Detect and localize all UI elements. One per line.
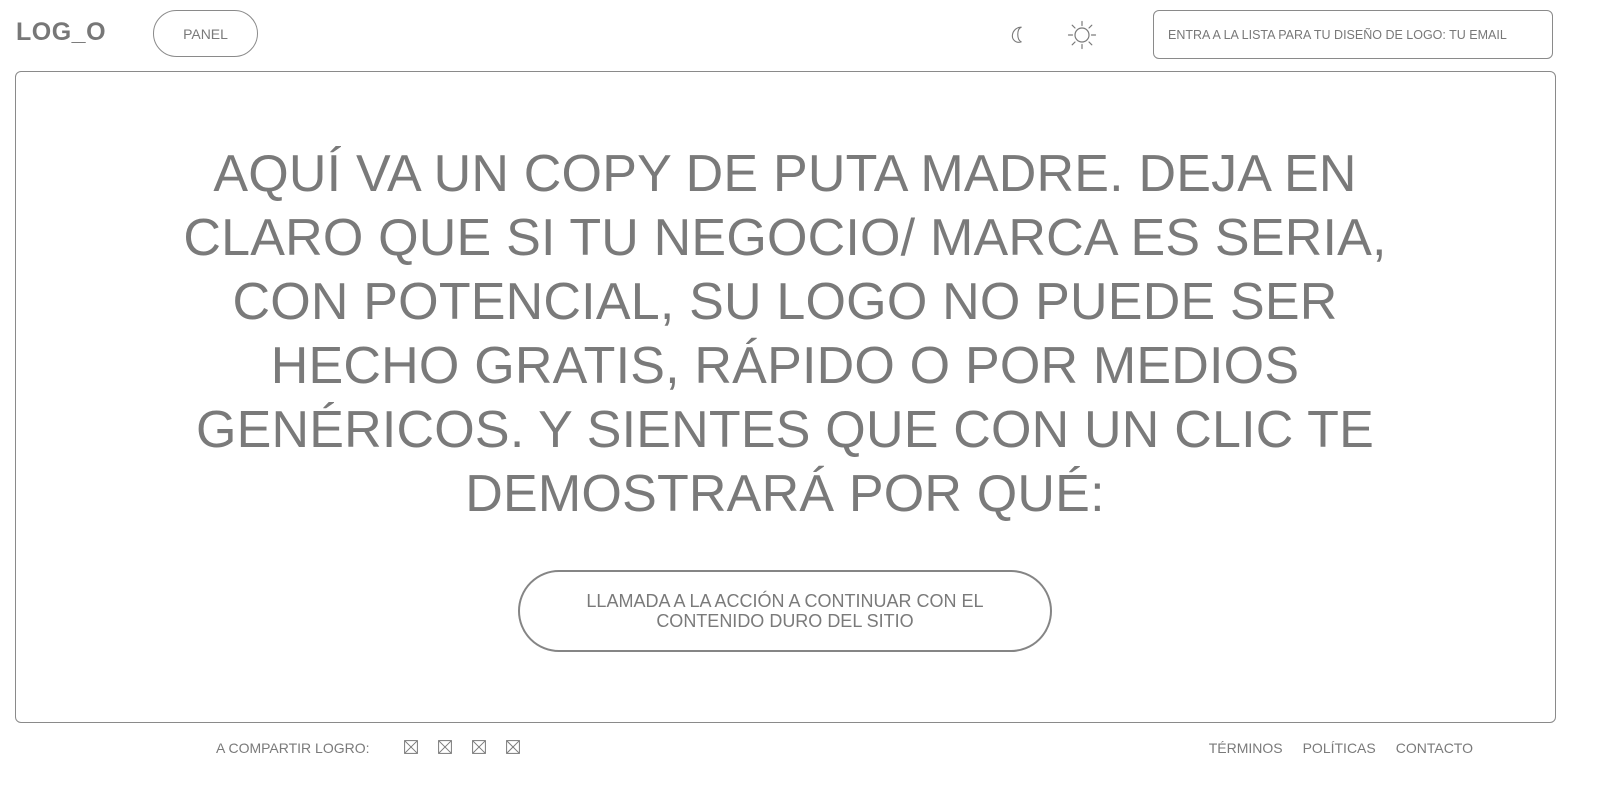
hero-headline: AQUÍ VA UN COPY DE PUTA MADRE. DEJA EN C… bbox=[183, 145, 1387, 523]
footer-links: TÉRMINOS POLÍTICAS CONTACTO bbox=[1209, 740, 1473, 756]
moon-icon-graphic bbox=[1011, 26, 1022, 43]
panel-button[interactable]: PANEL bbox=[153, 10, 258, 57]
footer-link-contacto[interactable]: CONTACTO bbox=[1396, 740, 1473, 756]
sun-icon-graphic bbox=[1067, 20, 1097, 50]
share-icon-3[interactable] bbox=[472, 740, 486, 754]
cta-button[interactable]: LLAMADA A LA ACCIÓN A CONTINUAR CON EL C… bbox=[518, 570, 1052, 652]
email-input[interactable] bbox=[1153, 10, 1553, 59]
footer-link-terminos[interactable]: TÉRMINOS bbox=[1209, 740, 1283, 756]
sun-icon[interactable] bbox=[1064, 18, 1100, 52]
share-icons bbox=[404, 740, 520, 754]
logo[interactable]: LOG_O bbox=[16, 18, 106, 47]
moon-icon[interactable] bbox=[1000, 18, 1036, 52]
share-icon-1[interactable] bbox=[404, 740, 418, 754]
footer-link-politicas[interactable]: POLÍTICAS bbox=[1303, 740, 1376, 756]
share-label: A COMPARTIR LOGRO: bbox=[216, 740, 370, 756]
share-icon-4[interactable] bbox=[506, 740, 520, 754]
share-icon-2[interactable] bbox=[438, 740, 452, 754]
